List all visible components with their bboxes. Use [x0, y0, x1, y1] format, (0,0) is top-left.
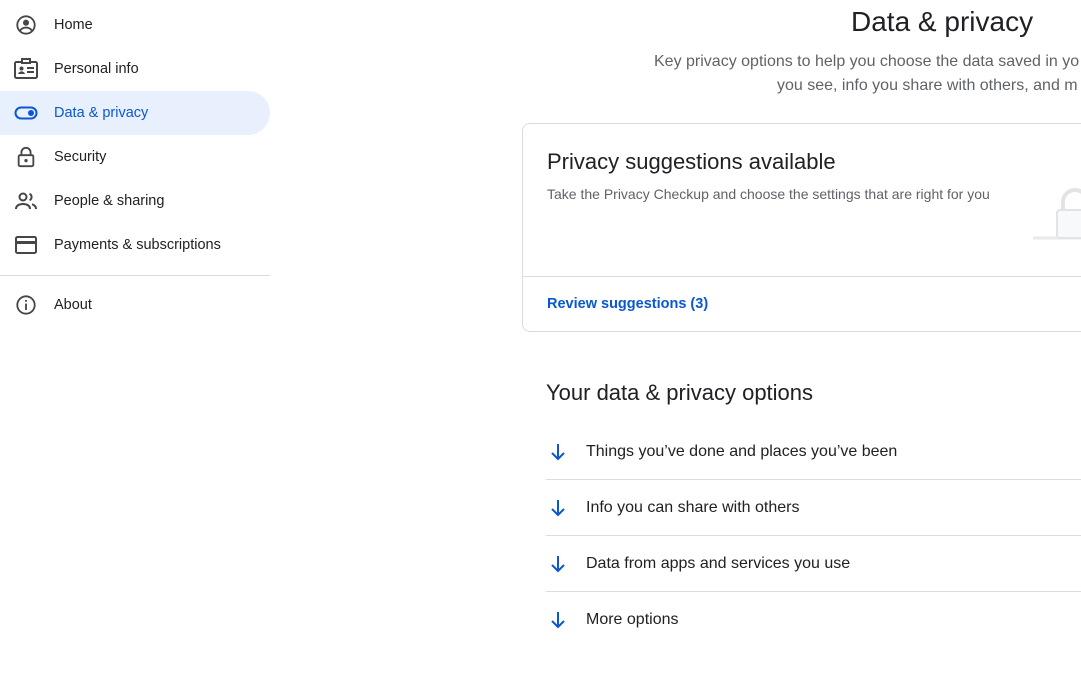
page: Home Personal info Data & privacy Securi… [0, 0, 1081, 687]
card-description: Take the Privacy Checkup and choose the … [547, 186, 990, 202]
credit-card-icon [14, 234, 38, 256]
toggle-icon [14, 102, 38, 124]
lock-illustration-icon [1033, 182, 1081, 247]
sidebar-item-security[interactable]: Security [0, 135, 270, 179]
sidebar-item-about[interactable]: About [0, 283, 270, 327]
info-icon [14, 294, 38, 316]
id-card-icon [14, 58, 38, 80]
option-share-info[interactable]: Info you can share with others [546, 480, 1081, 536]
page-subtitle-line1: Key privacy options to help you choose t… [654, 53, 1080, 70]
option-label: Data from apps and services you use [586, 555, 851, 572]
option-more[interactable]: More options [546, 592, 1081, 648]
people-icon [14, 190, 38, 212]
sidebar-item-data-privacy[interactable]: Data & privacy [0, 91, 270, 135]
sidebar-item-people-sharing[interactable]: People & sharing [0, 179, 270, 223]
option-label: More options [586, 611, 679, 628]
lock-icon [14, 146, 38, 168]
review-suggestions-link[interactable]: Review suggestions (3) [547, 296, 708, 312]
sidebar-item-personal-info[interactable]: Personal info [0, 47, 270, 91]
sidebar-item-home[interactable]: Home [0, 3, 270, 47]
sidebar-item-label: People & sharing [54, 193, 165, 209]
account-circle-icon [14, 14, 38, 36]
card-title: Privacy suggestions available [547, 149, 836, 174]
option-label: Info you can share with others [586, 499, 800, 516]
arrow-down-icon [551, 500, 565, 517]
arrow-down-icon [551, 444, 565, 461]
sidebar-item-label: Data & privacy [54, 105, 149, 121]
arrow-down-icon [551, 612, 565, 629]
page-title: Data & privacy [851, 6, 1034, 37]
card-divider [523, 276, 1081, 277]
sidebar-item-payments[interactable]: Payments & subscriptions [0, 223, 270, 267]
option-label: Things you’ve done and places you’ve bee… [586, 443, 898, 460]
sidebar-item-label: Personal info [54, 61, 139, 77]
arrow-down-icon [551, 556, 565, 573]
privacy-suggestions-card: Privacy suggestions available Take the P… [522, 123, 1081, 332]
sidebar-item-label: Security [54, 149, 107, 165]
sidebar-item-label: Home [54, 17, 93, 33]
page-subtitle-line2: you see, info you share with others, and… [777, 77, 1078, 94]
section-title: Your data & privacy options [546, 380, 814, 405]
option-apps-data[interactable]: Data from apps and services you use [546, 536, 1081, 592]
option-activity[interactable]: Things you’ve done and places you’ve bee… [546, 424, 1081, 480]
sidebar-divider [0, 275, 270, 276]
sidebar-item-label: About [54, 297, 92, 313]
sidebar-item-label: Payments & subscriptions [54, 237, 221, 253]
